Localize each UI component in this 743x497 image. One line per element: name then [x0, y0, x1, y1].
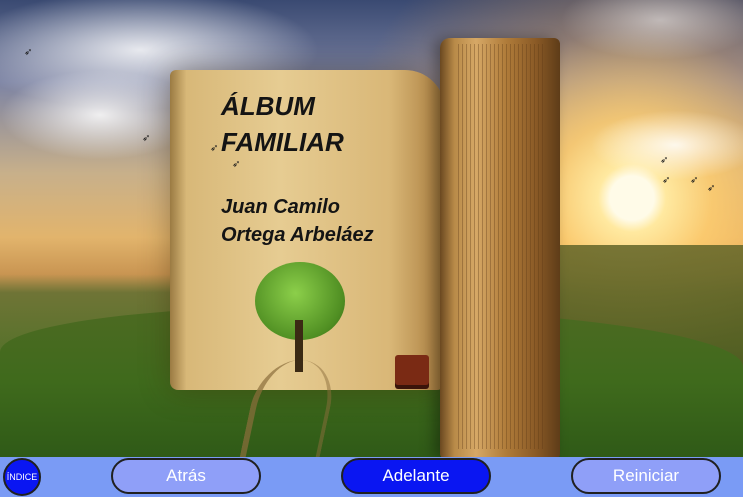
author-name: Juan Camilo Ortega Arbeláez	[221, 196, 374, 246]
restart-button[interactable]: Reiniciar	[571, 458, 721, 494]
book-pages-edge	[455, 44, 545, 449]
bird-icon: ➶	[662, 175, 671, 186]
bird-icon: ➶	[210, 143, 219, 154]
bird-icon: ➶	[660, 155, 669, 166]
index-button[interactable]: ÍNDICE	[3, 458, 41, 496]
bird-icon: ➶	[142, 133, 151, 144]
cover-illustration: ➶ ➶ ➶ ➶ ➶ ➶ ➶ ➶ ÁLBUM FAMILIAR Juan Cami…	[0, 0, 743, 457]
bird-icon: ➶	[707, 183, 716, 194]
bird-icon: ➶	[24, 47, 33, 58]
cloud	[560, 0, 743, 60]
album-title: ÁLBUM FAMILIAR	[221, 91, 344, 157]
tree-trunk	[295, 320, 303, 372]
back-button[interactable]: Atrás	[111, 458, 261, 494]
bird-icon: ➶	[690, 175, 699, 186]
forward-button[interactable]: Adelante	[341, 458, 491, 494]
bird-icon: ➶	[232, 159, 241, 170]
bottom-navigation-bar: ÍNDICE Atrás Adelante Reiniciar	[0, 457, 743, 497]
cloud	[590, 110, 743, 180]
bench-icon	[395, 355, 429, 385]
